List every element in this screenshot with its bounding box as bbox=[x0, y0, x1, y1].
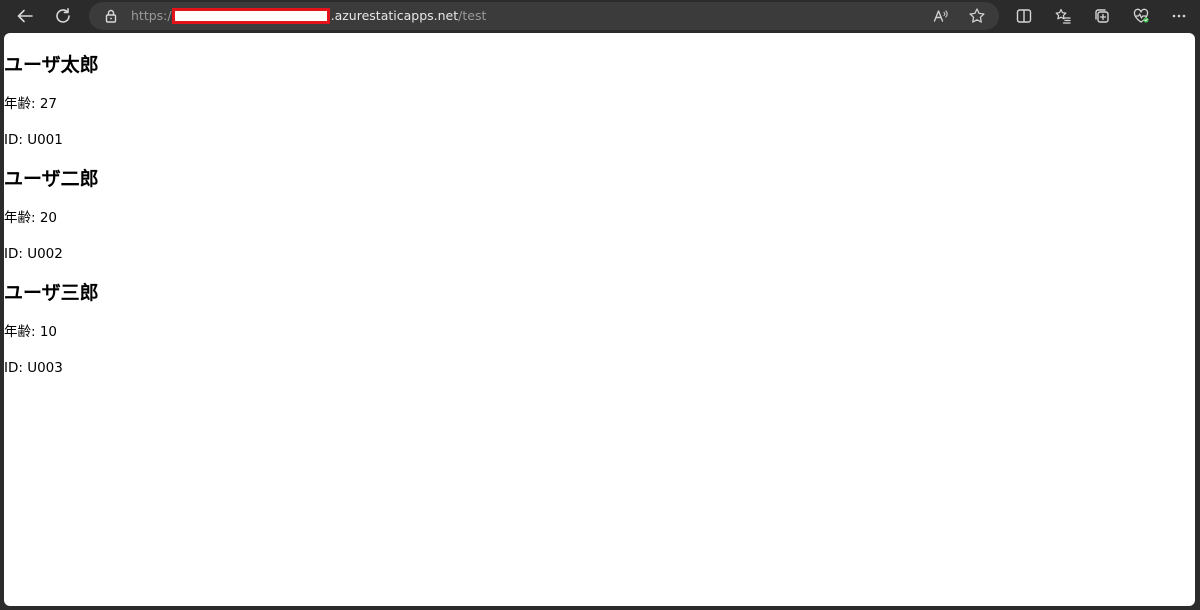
user-age: 年齢: 27 bbox=[4, 96, 58, 112]
split-screen-button[interactable] bbox=[1012, 4, 1036, 28]
browser-toolbar: https:/ .azurestaticapps.net /test bbox=[0, 0, 1200, 32]
user-entry: ユーザ三郎 年齢: 10 ID: U003 bbox=[4, 281, 1195, 377]
url-domain: .azurestaticapps.net bbox=[330, 8, 459, 23]
redacted-subdomain bbox=[171, 8, 330, 24]
page-content: ユーザ太郎 年齢: 27 ID: U001 ユーザ二郎 年齢: 20 ID: U… bbox=[4, 53, 1195, 377]
collections-icon bbox=[1095, 9, 1109, 23]
user-name: ユーザ三郎 bbox=[4, 282, 99, 304]
collections-button[interactable] bbox=[1090, 4, 1114, 28]
star-icon[interactable] bbox=[968, 7, 986, 25]
favorites-button[interactable] bbox=[1051, 4, 1075, 28]
url-scheme: https:/ bbox=[131, 8, 172, 23]
split-screen-icon bbox=[1016, 9, 1032, 23]
more-icon bbox=[1172, 14, 1186, 18]
address-bar[interactable]: https:/ .azurestaticapps.net /test bbox=[89, 2, 999, 30]
user-age: 年齢: 10 bbox=[4, 324, 58, 340]
browser-essentials-button[interactable] bbox=[1129, 4, 1153, 28]
user-name: ユーザ二郎 bbox=[4, 168, 99, 190]
url-text[interactable]: https:/ .azurestaticapps.net /test bbox=[131, 2, 486, 30]
more-button[interactable] bbox=[1167, 4, 1191, 28]
lock-icon[interactable] bbox=[103, 8, 119, 24]
back-button[interactable] bbox=[13, 4, 37, 28]
user-id: ID: U003 bbox=[4, 360, 63, 376]
page-viewport: ユーザ太郎 年齢: 27 ID: U001 ユーザ二郎 年齢: 20 ID: U… bbox=[4, 33, 1195, 606]
user-id: ID: U002 bbox=[4, 246, 63, 262]
user-name: ユーザ太郎 bbox=[4, 54, 99, 76]
arrow-left-icon bbox=[17, 9, 33, 23]
user-entry: ユーザ太郎 年齢: 27 ID: U001 bbox=[4, 53, 1195, 149]
read-aloud-icon[interactable] bbox=[932, 7, 950, 25]
user-entry: ユーザ二郎 年齢: 20 ID: U002 bbox=[4, 167, 1195, 263]
url-path: /test bbox=[458, 8, 487, 23]
heart-pulse-icon bbox=[1133, 8, 1149, 23]
browser-window: https:/ .azurestaticapps.net /test ユーザ太郎… bbox=[0, 0, 1200, 610]
user-id: ID: U001 bbox=[4, 132, 63, 148]
user-age: 年齢: 20 bbox=[4, 210, 58, 226]
favorites-list-icon bbox=[1055, 8, 1071, 24]
refresh-icon bbox=[56, 8, 70, 23]
refresh-button[interactable] bbox=[51, 4, 75, 28]
